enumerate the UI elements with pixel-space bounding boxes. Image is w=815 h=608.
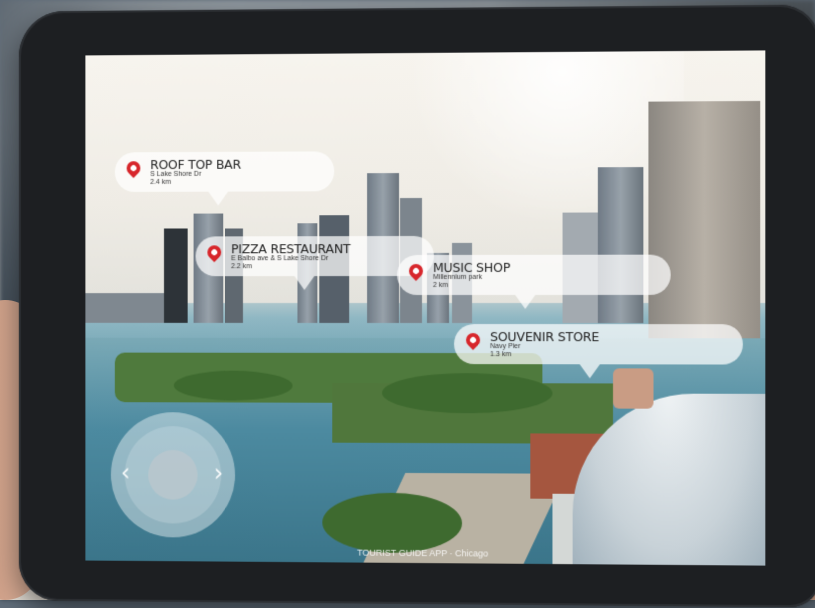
callout-distance: 2 km (433, 281, 510, 288)
callout-address: Millennium park (433, 274, 510, 281)
building (85, 293, 164, 323)
callout-title: SOUVENIR STORE (490, 330, 599, 343)
location-pin-icon (207, 245, 221, 267)
callout-distance: 2.4 km (150, 178, 241, 186)
callout-title: MUSIC SHOP (433, 261, 510, 274)
callout-distance: 1.3 km (490, 351, 599, 359)
building (598, 167, 644, 323)
callout-tail (515, 295, 535, 309)
building (164, 229, 188, 323)
joystick-center[interactable] (148, 450, 197, 500)
location-pin-icon (127, 161, 141, 183)
joystick-left-arrow-icon[interactable]: ‹ (121, 459, 130, 487)
trees (322, 492, 462, 553)
callout-address: Navy Pier (490, 343, 599, 351)
trees (174, 371, 293, 401)
callout-title: PIZZA RESTAURANT (231, 242, 350, 255)
callout-distance: 2.2 km (231, 263, 350, 270)
navigation-joystick[interactable]: ‹ › (111, 412, 235, 538)
callout-music-shop[interactable]: MUSIC SHOP Millennium park 2 km (397, 255, 671, 295)
callout-tail (580, 364, 600, 378)
ar-camera-view[interactable]: ROOF TOP BAR S Lake Shore Dr 2.4 km PIZZ… (85, 50, 765, 565)
callout-tail (294, 276, 314, 290)
location-pin-icon (409, 264, 423, 286)
callout-souvenir-store[interactable]: SOUVENIR STORE Navy Pier 1.3 km (454, 324, 743, 365)
joystick-right-arrow-icon[interactable]: › (214, 459, 223, 487)
callout-title: ROOF TOP BAR (150, 158, 241, 171)
tablet-frame: ROOF TOP BAR S Lake Shore Dr 2.4 km PIZZ… (19, 4, 815, 607)
round-tower (613, 368, 653, 408)
app-footer-label: TOURIST GUIDE APP · Chicago (357, 548, 488, 559)
location-pin-icon (466, 333, 480, 355)
trees (382, 373, 552, 413)
callout-roof-top-bar[interactable]: ROOF TOP BAR S Lake Shore Dr 2.4 km (115, 151, 334, 192)
callout-tail (208, 192, 228, 206)
